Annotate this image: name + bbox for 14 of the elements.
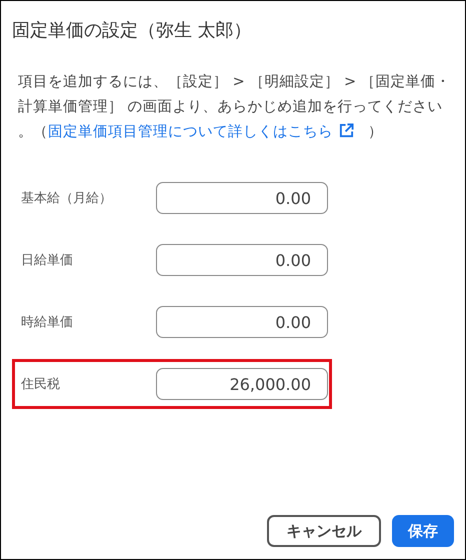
amount-input[interactable]: 0.00	[156, 182, 328, 214]
help-link[interactable]: 固定単価項目管理について詳しくはこちら	[48, 124, 333, 140]
dialog-title: 固定単価の設定（弥生 太郎）	[12, 19, 253, 42]
cancel-button[interactable]: キャンセル	[267, 515, 381, 547]
field-label: 日給単価	[21, 252, 74, 269]
field-label: 基本給（月給）	[21, 190, 113, 207]
instruction-text: 項目を追加するには、［設定］ > ［明細設定］ > ［固定単価・計算単価管理］ の画面より、あらかじめ追加を行ってください。（固定単価項目管理について詳しくはこちら ）	[18, 72, 452, 142]
amount-input[interactable]: 0.00	[156, 306, 328, 338]
field-label: 住民税	[21, 376, 61, 393]
external-link-icon[interactable]	[339, 123, 354, 138]
save-button[interactable]: 保存	[392, 515, 454, 547]
amount-input[interactable]: 0.00	[156, 244, 328, 276]
amount-input[interactable]: 26,000.00	[156, 368, 328, 400]
field-label: 時給単価	[21, 314, 74, 331]
